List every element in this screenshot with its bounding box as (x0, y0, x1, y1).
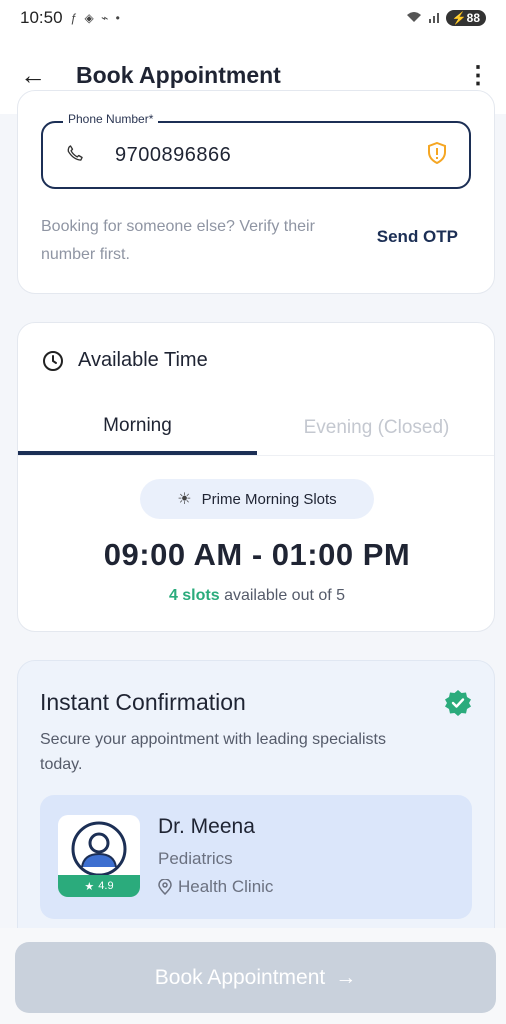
confirmation-title: Instant Confirmation (40, 689, 246, 715)
location-pin-icon (158, 879, 172, 895)
shield-icon (427, 141, 447, 169)
book-appointment-label: Book Appointment (154, 965, 326, 989)
battery-indicator: ⚡88 (445, 10, 486, 26)
rating-value: 4.9 (98, 880, 114, 892)
phone-number-value: 9700896866 (115, 143, 232, 166)
doctor-specialty: Pediatrics (158, 849, 233, 868)
rating-badge: ★ 4.9 (58, 875, 140, 897)
time-tabs: Morning Evening (Closed) (18, 401, 494, 456)
bottom-bar: Book Appointment → (0, 928, 506, 1024)
clock-icon (43, 350, 63, 371)
confirmation-subtitle: Secure your appointment with leading spe… (40, 731, 386, 773)
instant-confirmation-card: Instant Confirmation Secure your appoint… (17, 660, 495, 960)
star-icon: ★ (84, 880, 95, 893)
book-appointment-button[interactable]: Book Appointment → (15, 942, 496, 1013)
otp-helper-text: Booking for someone else? Verify their n… (41, 218, 315, 263)
signal-icon (428, 11, 440, 26)
tab-morning[interactable]: Morning (18, 401, 257, 455)
page-title: Book Appointment (76, 61, 281, 88)
phone-field-label: Phone Number* (63, 112, 159, 126)
wifi-icon (406, 11, 422, 26)
more-vertical-icon[interactable]: ⋮ (466, 61, 490, 90)
slots-rest: available out of 5 (224, 587, 346, 604)
doctor-location-text: Health Clinic (178, 877, 274, 896)
available-time-title: Available Time (78, 349, 208, 371)
battery-level: 88 (466, 11, 480, 25)
status-time: 10:50 (20, 8, 63, 27)
tab-evening[interactable]: Evening (Closed) (257, 401, 494, 455)
arrow-left-icon[interactable]: ← (20, 60, 56, 91)
verified-check-icon (445, 690, 471, 716)
time-range: 09:00 AM - 01:00 PM (103, 537, 411, 572)
doctor-name: Dr. Meena (158, 815, 255, 838)
doctor-location: Health Clinic (158, 877, 273, 897)
arrow-right-icon: → (335, 965, 357, 989)
sun-icon: ☀ (177, 491, 192, 508)
phone-card: Phone Number* 9700896866 Booking for som… (17, 90, 495, 294)
phone-icon (65, 143, 115, 168)
prime-slots-badge: ☀ Prime Morning Slots (140, 479, 374, 519)
available-time-card: Available Time Morning Evening (Closed) … (17, 322, 495, 632)
slots-availability: 4 slots available out of 5 (18, 587, 494, 605)
doctor-card[interactable]: ★ 4.9 Dr. Meena Pediatrics Health Clinic (40, 795, 472, 919)
send-otp-button[interactable]: Send OTP (377, 227, 458, 247)
status-bar: 10:50 ƒ ◈ ⌁ • ⚡88 (0, 0, 506, 36)
slots-count: 4 slots (168, 587, 220, 604)
phone-number-field[interactable]: Phone Number* 9700896866 (41, 112, 471, 189)
prime-slots-label: Prime Morning Slots (201, 490, 337, 508)
available-time-header: Available Time (42, 349, 208, 372)
doctor-avatar-icon (71, 821, 127, 877)
notification-icons: ƒ ◈ ⌁ • (70, 11, 122, 25)
doctor-avatar: ★ 4.9 (58, 815, 140, 897)
